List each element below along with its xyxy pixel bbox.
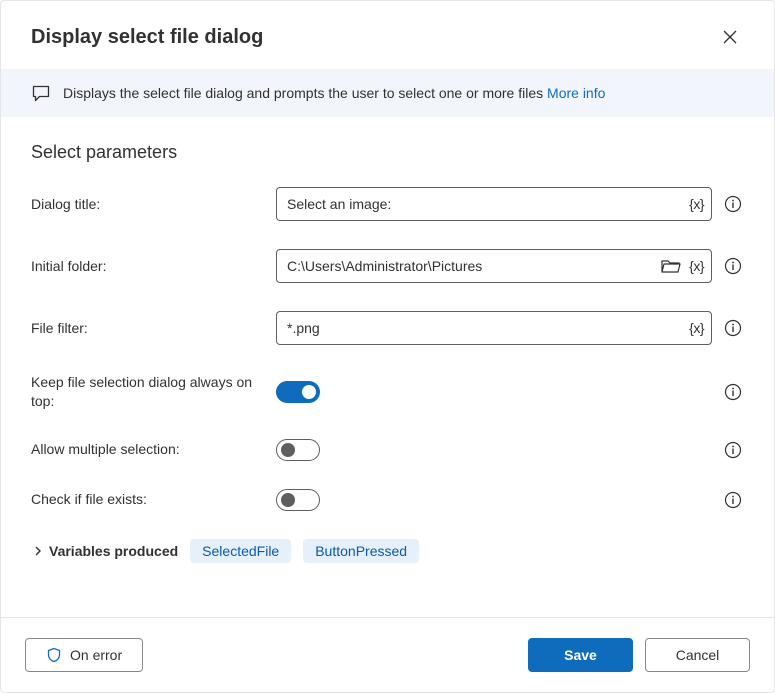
label-dialog-title: Dialog title: [31, 195, 266, 214]
info-icon [724, 195, 742, 213]
variable-token-button[interactable]: {x} [687, 256, 706, 276]
info-banner: Displays the select file dialog and prom… [1, 69, 774, 117]
variables-produced-label: Variables produced [49, 543, 178, 559]
info-icon [724, 319, 742, 337]
row-file-filter: File filter: {x} [31, 311, 744, 345]
close-button[interactable] [716, 23, 744, 51]
shield-icon [46, 647, 62, 663]
label-file-filter: File filter: [31, 319, 266, 338]
on-error-label: On error [70, 647, 122, 663]
input-file-filter[interactable] [276, 311, 712, 345]
info-icon [724, 491, 742, 509]
dialog-root: Display select file dialog Displays the … [0, 0, 775, 693]
variable-badge-selectedfile[interactable]: SelectedFile [190, 539, 291, 563]
section-title: Select parameters [31, 142, 744, 163]
info-button-always-on-top[interactable] [722, 381, 744, 403]
dialog-body: Select parameters Dialog title: {x} Init… [1, 117, 774, 617]
label-always-on-top: Keep file selection dialog always on top… [31, 373, 266, 411]
info-icon [724, 257, 742, 275]
label-check-exists: Check if file exists: [31, 490, 266, 509]
info-button-dialog-title[interactable] [722, 193, 744, 215]
on-error-button[interactable]: On error [25, 638, 143, 672]
info-description: Displays the select file dialog and prom… [63, 85, 543, 101]
variable-badge-buttonpressed[interactable]: ButtonPressed [303, 539, 419, 563]
info-button-file-filter[interactable] [722, 317, 744, 339]
comment-icon [31, 83, 51, 103]
browse-folder-button[interactable] [661, 258, 681, 274]
variable-token-button[interactable]: {x} [687, 194, 706, 214]
input-initial-folder[interactable] [276, 249, 712, 283]
save-button[interactable]: Save [528, 638, 633, 672]
dialog-header: Display select file dialog [1, 1, 774, 69]
close-icon [723, 30, 737, 44]
variable-token-button[interactable]: {x} [687, 318, 706, 338]
label-initial-folder: Initial folder: [31, 257, 266, 276]
toggle-always-on-top[interactable] [276, 381, 320, 403]
chevron-right-icon [31, 544, 45, 558]
info-button-allow-multiple[interactable] [722, 439, 744, 461]
row-dialog-title: Dialog title: {x} [31, 187, 744, 221]
row-initial-folder: Initial folder: {x} [31, 249, 744, 283]
label-allow-multiple: Allow multiple selection: [31, 440, 266, 459]
row-allow-multiple: Allow multiple selection: [31, 439, 744, 461]
toggle-allow-multiple[interactable] [276, 439, 320, 461]
info-banner-text: Displays the select file dialog and prom… [63, 85, 605, 101]
row-always-on-top: Keep file selection dialog always on top… [31, 373, 744, 411]
variables-produced-toggle[interactable]: Variables produced [31, 543, 178, 559]
more-info-link[interactable]: More info [547, 85, 605, 101]
folder-icon [661, 258, 681, 274]
info-button-initial-folder[interactable] [722, 255, 744, 277]
info-button-check-exists[interactable] [722, 489, 744, 511]
dialog-title: Display select file dialog [31, 26, 263, 49]
input-dialog-title[interactable] [276, 187, 712, 221]
row-check-exists: Check if file exists: [31, 489, 744, 511]
cancel-button[interactable]: Cancel [645, 638, 750, 672]
toggle-check-exists[interactable] [276, 489, 320, 511]
info-icon [724, 383, 742, 401]
dialog-footer: On error Save Cancel [1, 617, 774, 692]
info-icon [724, 441, 742, 459]
variables-produced-row: Variables produced SelectedFile ButtonPr… [31, 539, 744, 563]
